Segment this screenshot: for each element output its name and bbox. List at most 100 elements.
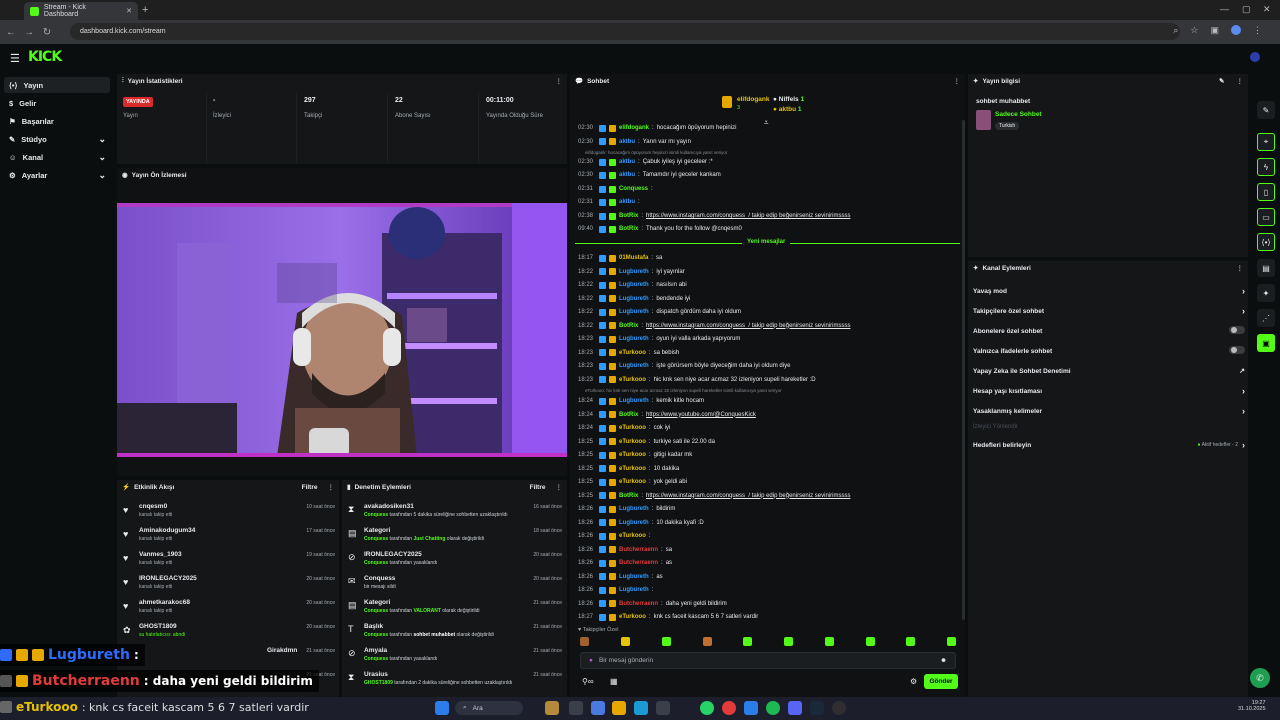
filter-button[interactable]: Filtre: [530, 484, 546, 491]
bolt-tool-icon[interactable]: ϟ: [1257, 158, 1275, 176]
document-tool-icon[interactable]: ▯: [1257, 183, 1275, 201]
action-ai-moderation[interactable]: Yapay Zeka ile Sohbet Denetimi ↗: [973, 362, 1245, 380]
chat-text[interactable]: https://www.instagram.com/conquess_/ tak…: [646, 323, 850, 329]
pinned-collapse-icon[interactable]: ⩡: [764, 118, 769, 128]
sidebar-item-settings[interactable]: ⚙ Ayarlar ⌄: [4, 167, 110, 183]
emote-icon[interactable]: [866, 637, 875, 646]
chat-username[interactable]: eTurkooo: [619, 350, 646, 356]
chat-settings-icon[interactable]: ⚲∞: [582, 677, 594, 686]
send-button[interactable]: Gönder: [924, 674, 958, 689]
more-options-icon[interactable]: ⋮: [556, 483, 563, 491]
subscribers-only-toggle[interactable]: [1229, 326, 1245, 334]
chat-username[interactable]: Lugbureth: [619, 269, 649, 275]
emote-icon[interactable]: [580, 637, 589, 646]
chat-username[interactable]: aktbu: [619, 199, 635, 205]
chrome-icon[interactable]: [722, 701, 736, 715]
steam-icon[interactable]: [810, 701, 824, 715]
chat-username[interactable]: eTurkooo: [619, 452, 646, 458]
share-tool-icon[interactable]: ⋰: [1257, 309, 1275, 327]
hamburger-menu-icon[interactable]: ☰: [10, 52, 20, 65]
back-icon[interactable]: ←: [2, 27, 20, 38]
activity-user[interactable]: Vanmes_1903: [139, 551, 182, 558]
emote-icon[interactable]: [662, 637, 671, 646]
edit-icon[interactable]: ✎: [1219, 77, 1224, 85]
chat-username[interactable]: Lugbureth: [619, 574, 649, 580]
chat-scrollbar[interactable]: [962, 120, 965, 620]
file-explorer-icon[interactable]: [612, 701, 626, 715]
forward-icon[interactable]: →: [20, 27, 38, 38]
activity-user[interactable]: Girakdmn: [267, 647, 297, 654]
obs-icon[interactable]: [832, 701, 846, 715]
emote-icon[interactable]: [784, 637, 793, 646]
emote-picker-icon[interactable]: ●: [589, 657, 593, 664]
action-account-age[interactable]: Hesap yaşı kısıtlaması ›: [973, 382, 1245, 400]
chat-username[interactable]: Butcherraenn: [619, 601, 658, 607]
chat-username[interactable]: aktbu: [619, 172, 635, 178]
active-tool-icon[interactable]: ▣: [1257, 334, 1275, 352]
chat-username[interactable]: eTurkooo: [619, 479, 646, 485]
top-user-1[interactable]: elifdogank: [737, 96, 770, 103]
edge-icon[interactable]: [634, 701, 648, 715]
emote-icon[interactable]: [743, 637, 752, 646]
more-options-icon[interactable]: ⋮: [1237, 264, 1244, 272]
action-set-goals[interactable]: Hedefleri belirleyin ● Aktif hedefler - 2…: [973, 436, 1245, 454]
chat-username[interactable]: 01Mustafa: [619, 255, 648, 261]
layout-tool-icon[interactable]: ▤: [1257, 259, 1275, 277]
chat-username[interactable]: eTurkooo: [619, 533, 646, 539]
copilot-icon[interactable]: [591, 701, 605, 715]
profile-avatar[interactable]: [1231, 25, 1241, 35]
url-field[interactable]: dashboard.kick.com/stream: [70, 23, 1180, 40]
chat-username[interactable]: Lugbureth: [619, 336, 649, 342]
chat-username[interactable]: BotRix: [619, 226, 638, 232]
action-banned-words[interactable]: Yasaklanmış kelimeler ›: [973, 402, 1245, 420]
pencil-tool-icon[interactable]: ✎: [1257, 101, 1275, 119]
chat-username[interactable]: Lugbureth: [619, 296, 649, 302]
chat-username[interactable]: aktbu: [619, 159, 635, 165]
emote-icon[interactable]: [825, 637, 834, 646]
sidebar-item-revenue[interactable]: $ Gelir: [4, 95, 110, 111]
zoom-icon[interactable]: ⌕: [1173, 25, 1178, 36]
whatsapp-icon[interactable]: [700, 701, 714, 715]
taskbar-search[interactable]: ⌕ Ara: [455, 701, 523, 715]
new-tab-button[interactable]: +: [142, 4, 148, 16]
chat-username[interactable]: Lugbureth: [619, 363, 649, 369]
action-slow-mode[interactable]: Yavaş mod ›: [973, 282, 1245, 300]
user-avatar[interactable]: [1250, 52, 1260, 62]
more-options-icon[interactable]: ⋮: [954, 77, 961, 85]
sidebar-item-achievements[interactable]: ⚑ Başarılar: [4, 113, 110, 129]
activity-user[interactable]: Aminakodugum34: [139, 527, 195, 534]
more-options-icon[interactable]: ⋮: [556, 77, 563, 85]
action-followers-only[interactable]: Takipçilere özel sohbet ›: [973, 302, 1245, 320]
browser-menu-icon[interactable]: ⋮: [1253, 25, 1262, 36]
chat-text[interactable]: https://www.youtube.com/@ConquesKick: [646, 412, 756, 418]
sidebar-item-channel[interactable]: ☺ Kanal ⌄: [4, 149, 110, 165]
activity-user[interactable]: cnqesm0: [139, 503, 167, 510]
store-icon[interactable]: [656, 701, 670, 715]
chat-username[interactable]: BotRix: [619, 323, 638, 329]
more-options-icon[interactable]: ⋮: [1237, 77, 1244, 85]
chat-username[interactable]: elifdogank: [619, 125, 649, 131]
gear-icon[interactable]: ⚙: [910, 677, 917, 686]
browser-tab[interactable]: Stream - Kick Dashboard ✕: [24, 2, 138, 20]
chat-username[interactable]: Lugbureth: [619, 520, 649, 526]
sidebar-item-studio[interactable]: ✎ Stüdyo ⌄: [4, 131, 110, 147]
calendar-icon[interactable]: ▦: [610, 677, 618, 686]
chat-username[interactable]: Lugbureth: [619, 587, 649, 593]
extensions-icon[interactable]: ▣: [1210, 25, 1219, 36]
emote-icon[interactable]: [703, 637, 712, 646]
chat-username[interactable]: Butcherraenn: [619, 547, 658, 553]
chat-tool-icon[interactable]: ▭: [1257, 208, 1275, 226]
chat-username[interactable]: eTurkooo: [619, 466, 646, 472]
taskbar-clock[interactable]: 19:27 31.10.2025: [1238, 700, 1266, 712]
top-user-3[interactable]: ● aktbu 1: [773, 106, 802, 113]
more-options-icon[interactable]: ⋮: [328, 483, 335, 491]
chat-username[interactable]: BotRix: [619, 213, 638, 219]
windows-start-icon[interactable]: [435, 701, 449, 715]
chat-username[interactable]: Lugbureth: [619, 398, 649, 404]
broadcast-tool-icon[interactable]: ⟨•⟩: [1257, 233, 1275, 251]
chat-username[interactable]: Butcherraenn: [619, 560, 658, 566]
discord-icon[interactable]: [788, 701, 802, 715]
emote-icon[interactable]: [947, 637, 956, 646]
chat-username[interactable]: aktbu: [619, 139, 635, 145]
sidebar-item-stream[interactable]: ⟨•⟩ Yayın: [4, 77, 110, 93]
